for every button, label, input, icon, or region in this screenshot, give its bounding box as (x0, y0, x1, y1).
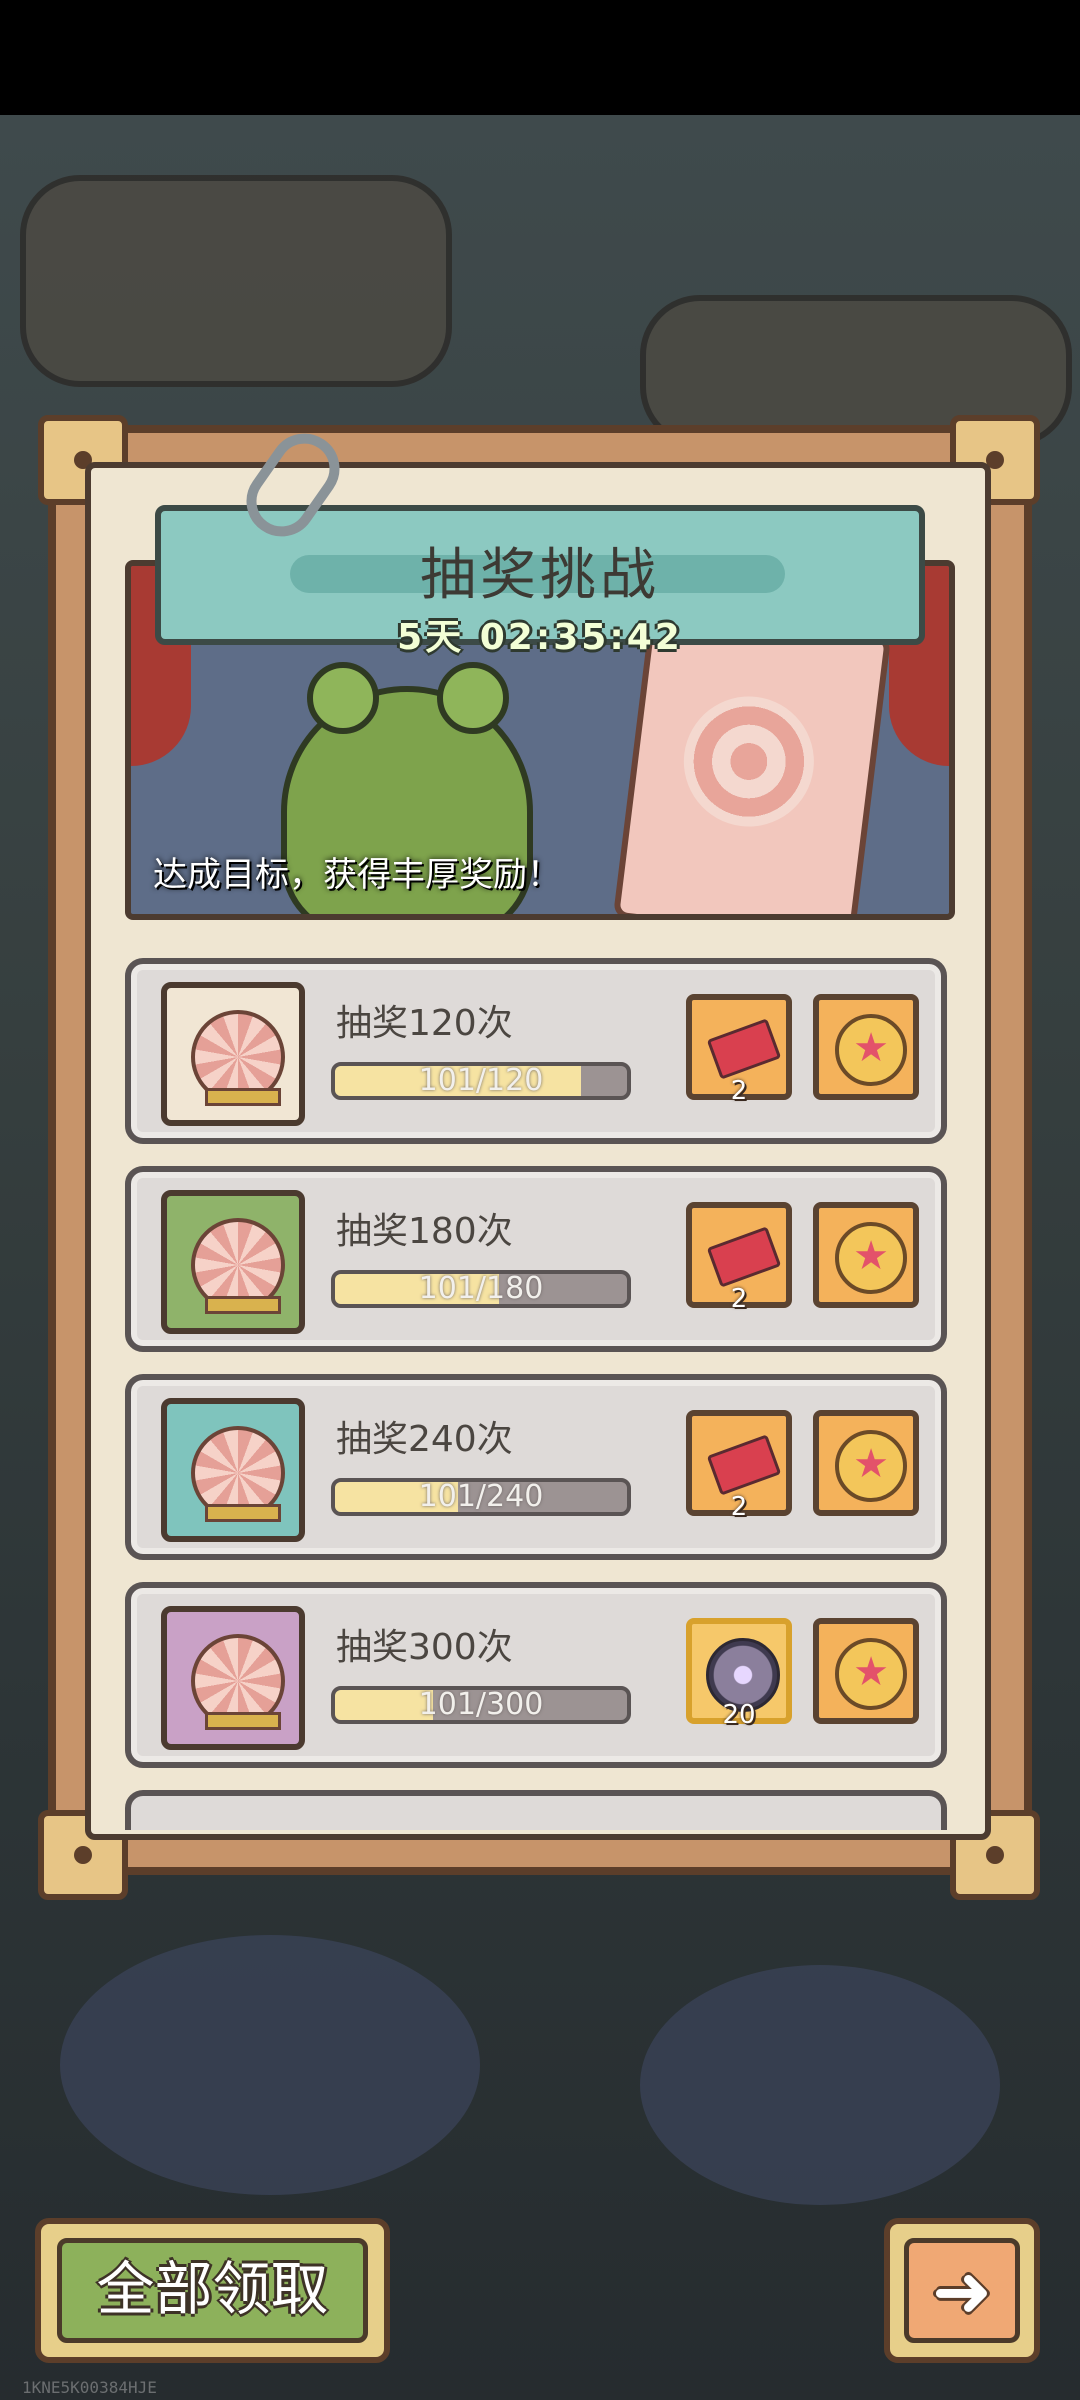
reward-slot[interactable]: 2 (686, 1410, 792, 1522)
task-icon-frame (161, 982, 305, 1126)
reward-count: 2 (730, 1076, 748, 1106)
star-medal-icon (835, 1430, 907, 1502)
progress-text: 101/300 (418, 1687, 544, 1722)
task-row: 抽奖180次 101/180 2 (125, 1166, 947, 1352)
status-bar (0, 0, 1080, 115)
progress-bar: 101/120 (331, 1062, 631, 1100)
task-title: 抽奖240次 (336, 1419, 513, 1460)
task-icon-frame (161, 1190, 305, 1334)
reward-slot[interactable]: 2 (686, 1202, 792, 1314)
star-medal-icon (835, 1638, 907, 1710)
page-title: 抽奖挑战 (420, 543, 660, 608)
wheel-stand (205, 1088, 281, 1106)
background-coral (640, 1965, 1000, 2205)
progress-bar: 101/240 (331, 1478, 631, 1516)
reward-count: 2 (730, 1284, 748, 1314)
countdown-timer: 5天 02:35:42 (397, 617, 683, 658)
progress-bar: 101/300 (331, 1686, 631, 1724)
next-task-row-peek (125, 1790, 947, 1830)
target-wheel-image (676, 689, 822, 834)
reward-count: 20 (722, 1700, 756, 1730)
reward-slot[interactable]: 2 (686, 994, 792, 1106)
frog-eye (307, 662, 379, 734)
task-row: 抽奖120次 101/120 2 (125, 958, 947, 1144)
progress-text: 101/180 (418, 1271, 544, 1306)
reward-slot[interactable]: 20 (686, 1618, 792, 1730)
ticket-icon (706, 1226, 782, 1288)
task-icon-frame (161, 1606, 305, 1750)
background-pipe (20, 175, 452, 387)
task-title: 抽奖300次 (336, 1627, 513, 1668)
progress-bar: 101/180 (331, 1270, 631, 1308)
ticket-icon (706, 1434, 782, 1496)
progress-text: 101/120 (418, 1063, 544, 1098)
wheel-stand (205, 1712, 281, 1730)
reward-slot[interactable] (813, 1410, 919, 1516)
reward-slot[interactable] (813, 1618, 919, 1724)
ticket-icon (706, 1018, 782, 1080)
task-icon-frame (161, 1398, 305, 1542)
wheel-stand (205, 1504, 281, 1522)
arrow-right-icon: ➜ (904, 2238, 1020, 2343)
task-title: 抽奖180次 (336, 1211, 513, 1252)
task-row: 抽奖240次 101/240 2 (125, 1374, 947, 1560)
frog-eye (437, 662, 509, 734)
task-title: 抽奖120次 (336, 1003, 513, 1044)
banner-caption: 达成目标，获得丰厚奖励！ (153, 855, 561, 895)
watermark: 1KNE5K00384HJE (22, 2378, 157, 2397)
wheel-stand (205, 1296, 281, 1314)
next-button[interactable]: ➜ (884, 2218, 1040, 2363)
star-medal-icon (835, 1014, 907, 1086)
star-medal-icon (835, 1222, 907, 1294)
background-coral (60, 1935, 480, 2195)
reward-count: 2 (730, 1492, 748, 1522)
reward-slot[interactable] (813, 994, 919, 1100)
progress-text: 101/240 (418, 1479, 544, 1514)
claim-all-label: 全部领取 (57, 2238, 368, 2343)
claim-all-button[interactable]: 全部领取 (35, 2218, 390, 2363)
task-row: 抽奖300次 101/300 20 (125, 1582, 947, 1768)
reward-slot[interactable] (813, 1202, 919, 1308)
